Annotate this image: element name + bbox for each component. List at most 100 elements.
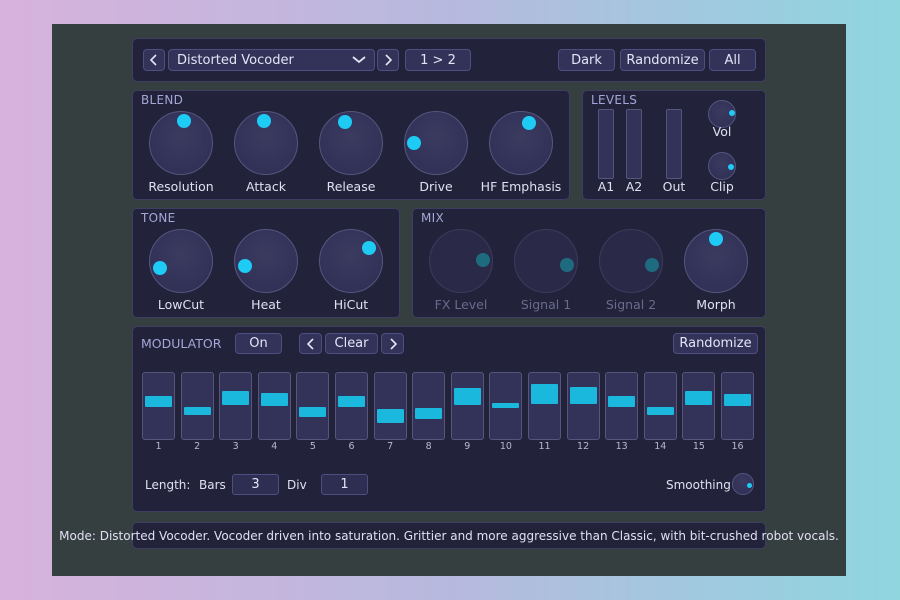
step-level-bar: [569, 386, 597, 405]
knob-indicator: [475, 252, 490, 267]
modulator-on-button[interactable]: On: [235, 333, 282, 354]
modulator-title: MODULATOR: [141, 336, 222, 351]
blend-panel: BLEND Resolution Attack Release Drive HF Emp…: [132, 90, 570, 200]
step-slider-9[interactable]: [450, 372, 484, 440]
step-slider-2[interactable]: [180, 372, 214, 440]
smoothing-knob[interactable]: [732, 473, 754, 495]
knob-attack[interactable]: [234, 111, 298, 175]
step-slider-14[interactable]: [643, 372, 677, 440]
randomize-button[interactable]: Randomize: [620, 49, 705, 71]
knob-hicut[interactable]: [319, 229, 383, 293]
chevron-right-icon: [385, 54, 393, 66]
pattern-select[interactable]: Clear: [325, 333, 378, 354]
knob-clip[interactable]: [708, 152, 736, 180]
length-label: Length:: [145, 478, 191, 492]
step-slider-11[interactable]: [528, 372, 561, 440]
knob-signal-2: [599, 229, 663, 293]
modulator-panel: MODULATOR On Clear Randomize 1 2 3 4 5 6 7 8 9 10…: [132, 326, 766, 512]
step-slider-13[interactable]: [605, 372, 639, 440]
step-number: 15: [692, 441, 705, 452]
step-slider-8[interactable]: [412, 372, 446, 440]
meter-a2: [626, 109, 642, 179]
div-field[interactable]: 1: [321, 474, 368, 495]
step-number: 13: [615, 441, 628, 452]
knob-indicator: [407, 135, 422, 150]
knob-resolution[interactable]: [149, 111, 213, 175]
knob-indicator: [728, 110, 735, 117]
step-number: 11: [538, 441, 551, 452]
step-number: 12: [577, 441, 590, 452]
meter-a1: [598, 109, 614, 179]
step-slider-12[interactable]: [566, 372, 600, 440]
knob-indicator: [560, 257, 575, 272]
step-level-bar: [646, 406, 674, 416]
preset-name: Distorted Vocoder: [177, 52, 294, 68]
step-slider-3[interactable]: [219, 372, 253, 440]
levels-panel: LEVELS A1 A2 Out Vol Clip: [582, 90, 766, 200]
knob-drive[interactable]: [404, 111, 468, 175]
knob-indicator: [177, 114, 192, 129]
bars-field[interactable]: 3: [232, 474, 279, 495]
modulator-randomize-button[interactable]: Randomize: [673, 333, 758, 354]
step-slider-1[interactable]: [142, 372, 175, 440]
step-slider-6[interactable]: [335, 372, 368, 440]
knob-lowcut[interactable]: [149, 229, 213, 293]
knob-heat[interactable]: [234, 229, 298, 293]
pattern-next-button[interactable]: [381, 333, 404, 354]
knob-hf-emphasis[interactable]: [489, 111, 553, 175]
step-number: 9: [464, 441, 471, 452]
preset-select[interactable]: Distorted Vocoder: [168, 49, 375, 71]
routing-button[interactable]: 1 > 2: [405, 49, 471, 71]
step-slider-7[interactable]: [373, 372, 407, 440]
knob-indicator: [709, 232, 723, 247]
knob-label-hf-emphasis: HF Emphasis: [480, 179, 562, 194]
knob-morph[interactable]: [684, 229, 748, 293]
pattern-prev-button[interactable]: [299, 333, 322, 354]
div-label: Div: [287, 478, 307, 492]
next-preset-button[interactable]: [377, 49, 399, 71]
step-level-bar: [608, 396, 636, 407]
step-level-bar: [492, 402, 520, 409]
theme-button[interactable]: Dark: [558, 49, 615, 71]
meter-out: [666, 109, 682, 179]
chevron-down-icon: [352, 56, 366, 64]
tone-title: TONE: [141, 211, 176, 225]
knob-indicator: [522, 115, 536, 130]
tone-panel: TONE LowCut Heat HiCut: [132, 208, 400, 318]
knob-indicator: [728, 163, 735, 170]
chevron-right-icon: [389, 337, 397, 350]
toolbar: Distorted Vocoder 1 > 2 Dark Randomize A…: [132, 38, 766, 82]
knob-label-clip: Clip: [710, 179, 734, 194]
knob-label-hicut: HiCut: [333, 297, 369, 312]
step-level-bar: [222, 390, 250, 406]
knob-indicator: [645, 257, 660, 272]
knob-signal-1: [514, 229, 578, 293]
smoothing-label: Smoothing: [666, 478, 731, 492]
knob-fx-level: [429, 229, 493, 293]
status-bar: Mode: Distorted Vocoder. Vocoder driven …: [59, 522, 839, 549]
step-slider-5[interactable]: [296, 372, 330, 440]
step-level-bar: [338, 396, 365, 407]
step-number: 1: [155, 441, 162, 452]
knob-release[interactable]: [319, 111, 383, 175]
mix-panel: MIX FX Level Signal 1 Signal 2 Morph: [412, 208, 766, 318]
mix-title: MIX: [421, 211, 445, 225]
step-slider-4[interactable]: [257, 372, 291, 440]
step-number: 3: [232, 441, 239, 452]
smoothing-knob-indicator: [747, 482, 753, 488]
step-number: 14: [654, 441, 667, 452]
knob-label-vol: Vol: [712, 124, 732, 139]
step-slider-15[interactable]: [682, 372, 716, 440]
all-button[interactable]: All: [709, 49, 756, 71]
step-level-bar: [724, 394, 751, 407]
step-slider-16[interactable]: [721, 372, 754, 440]
step-level-bar: [299, 406, 327, 417]
prev-preset-button[interactable]: [143, 49, 165, 71]
meter-label-a1: A1: [597, 179, 615, 194]
step-number: 10: [499, 441, 512, 452]
levels-title: LEVELS: [591, 93, 638, 107]
step-slider-10[interactable]: [489, 372, 523, 440]
knob-label-morph: Morph: [696, 297, 736, 312]
knob-indicator: [337, 115, 352, 130]
knob-indicator: [256, 114, 271, 129]
